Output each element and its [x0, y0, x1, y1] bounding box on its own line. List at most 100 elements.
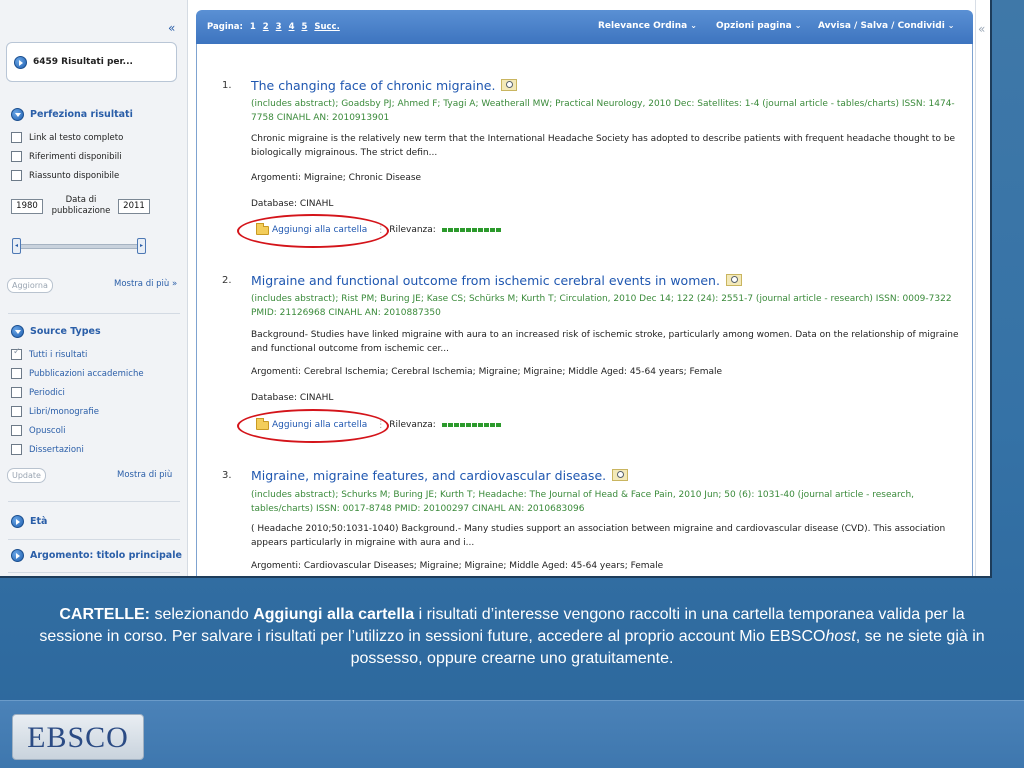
result-number: 2. [222, 275, 232, 286]
share-menu[interactable]: Avvisa / Salva / Condividi ⌄ [818, 21, 955, 31]
date-label-line1: Data di [65, 195, 97, 205]
divider [8, 313, 180, 314]
refine-option-abstract[interactable]: Riassunto disponibile [11, 170, 119, 181]
caption-italic: host [825, 628, 856, 645]
page-link-2[interactable]: 2 [263, 22, 269, 32]
result-title[interactable]: Migraine, migraine features, and cardiov… [251, 468, 606, 483]
result-metadata: (includes abstract); Rist PM; Buring JE;… [251, 294, 952, 318]
result-title-link[interactable]: Migraine, migraine features, and cardiov… [251, 468, 629, 483]
relevance-label: Rilevanza: [389, 225, 436, 235]
highlight-ellipse [237, 409, 389, 443]
date-slider-track[interactable] [18, 244, 142, 249]
page-options-label: Opzioni pagina [716, 21, 792, 31]
publication-date-label: Data di pubblicazione [48, 195, 114, 217]
refine-option-fulltext[interactable]: Link al testo completo [11, 132, 123, 143]
source-type-label: Periodici [29, 387, 65, 398]
checkbox[interactable] [11, 151, 22, 162]
source-type-pamphlets[interactable]: Opuscoli [11, 425, 66, 436]
checkbox[interactable] [11, 132, 22, 143]
source-type-books[interactable]: Libri/monografie [11, 406, 99, 417]
date-slider-handle-right[interactable]: ▸ [137, 238, 146, 254]
divider [8, 501, 180, 502]
source-type-academic[interactable]: Pubblicazioni accademiche [11, 368, 144, 379]
result-title[interactable]: Migraine and functional outcome from isc… [251, 273, 720, 288]
footer-band [0, 700, 1024, 768]
collapse-icon [11, 325, 24, 338]
date-to-input[interactable]: 2011 [118, 199, 150, 214]
result-abstract: Background- Studies have linked migraine… [251, 330, 959, 354]
subject-title: Argomento: titolo principale [30, 550, 182, 561]
result-title-link[interactable]: The changing face of chronic migraine. [251, 78, 518, 93]
result-number: 3. [222, 470, 232, 481]
age-title: Età [30, 516, 48, 527]
page-options-menu[interactable]: Opzioni pagina ⌄ [716, 21, 801, 31]
result-database: Database: CINAHL [251, 393, 334, 403]
next-page-link[interactable]: Succ. [314, 22, 339, 32]
show-more-link[interactable]: Mostra di più » [114, 279, 177, 289]
sort-menu[interactable]: Relevance Ordina ⌄ [598, 21, 697, 31]
page-link-3[interactable]: 3 [276, 22, 282, 32]
source-type-label: Pubblicazioni accademiche [29, 368, 144, 379]
collapse-right-panel-button[interactable]: « [978, 22, 985, 36]
preview-icon[interactable] [725, 274, 742, 286]
checkbox[interactable] [11, 387, 22, 398]
page-link-5[interactable]: 5 [301, 22, 307, 32]
caption-part1: selezionando [150, 606, 254, 623]
caption-text: CARTELLE: selezionando Aggiungi alla car… [30, 604, 994, 670]
pagination-label: Pagina: [207, 22, 243, 32]
source-type-dissertations[interactable]: Dissertazioni [11, 444, 84, 455]
expand-icon [11, 515, 24, 528]
result-metadata: (includes abstract); Schurks M; Buring J… [251, 490, 915, 514]
chevron-down-icon: ⌄ [947, 21, 955, 30]
result-subjects: Argomenti: Cardiovascular Diseases; Migr… [251, 561, 664, 571]
checkbox[interactable] [11, 406, 22, 417]
source-type-periodicals[interactable]: Periodici [11, 387, 65, 398]
result-abstract: Chronic migraine is the relatively new t… [251, 134, 956, 158]
date-from-input[interactable]: 1980 [11, 199, 43, 214]
update-button[interactable]: Aggiorna [7, 278, 53, 293]
update-source-types-button[interactable]: Update [7, 468, 46, 483]
checkbox[interactable] [11, 425, 22, 436]
sort-menu-label: Relevance Ordina [598, 21, 688, 31]
checkbox[interactable] [11, 368, 22, 379]
result-title-link[interactable]: Migraine and functional outcome from isc… [251, 273, 742, 288]
date-label-line2: pubblicazione [51, 206, 111, 216]
page-link-4[interactable]: 4 [289, 22, 295, 32]
checkbox[interactable] [11, 347, 22, 360]
page-current: 1 [249, 22, 256, 32]
sidebar: « 6459 Risultati per... Perfeziona risul… [0, 0, 188, 576]
relevance-label: Rilevanza: [389, 420, 436, 430]
relevance-bar [441, 423, 501, 427]
refine-option-label: Riassunto disponibile [29, 170, 120, 181]
expand-icon [14, 55, 27, 69]
refine-results-header[interactable]: Perfeziona risultati [11, 108, 133, 121]
source-type-label: Dissertazioni [29, 444, 84, 455]
share-menu-label: Avvisa / Salva / Condividi [818, 21, 945, 31]
results-toolbar: Pagina: 1 2 3 4 5 Succ. Relevance Ordina… [196, 10, 973, 44]
collapse-sidebar-button[interactable]: « [168, 21, 175, 35]
show-more-source-types-link[interactable]: Mostra di più [117, 470, 172, 480]
relevance-bar [441, 228, 501, 232]
result-database: Database: CINAHL [251, 199, 334, 209]
expand-icon [11, 549, 24, 562]
date-slider-handle-left[interactable]: ◂ [12, 238, 21, 254]
checkbox[interactable] [11, 444, 22, 455]
caption-lead: CARTELLE: [59, 606, 150, 623]
source-type-all[interactable]: Tutti i risultati [11, 347, 88, 360]
divider [8, 572, 180, 573]
source-type-label: Tutti i risultati [29, 349, 88, 360]
preview-icon[interactable] [612, 469, 629, 481]
subject-header[interactable]: Argomento: titolo principale [11, 549, 182, 562]
result-abstract: ( Headache 2010;50:1031-1040) Background… [251, 524, 946, 548]
age-header[interactable]: Età [11, 515, 47, 528]
result-number: 1. [222, 80, 232, 91]
result-title[interactable]: The changing face of chronic migraine. [251, 78, 495, 93]
chevron-down-icon: ⌄ [690, 21, 697, 30]
refine-option-references[interactable]: Riferimenti disponibili [11, 151, 122, 162]
source-types-header[interactable]: Source Types [11, 325, 101, 338]
checkbox[interactable] [11, 170, 22, 181]
results-summary-box[interactable]: 6459 Risultati per... [6, 42, 177, 82]
divider [8, 539, 180, 540]
preview-icon[interactable] [501, 79, 518, 91]
result-subjects: Argomenti: Migraine; Chronic Disease [251, 173, 422, 183]
